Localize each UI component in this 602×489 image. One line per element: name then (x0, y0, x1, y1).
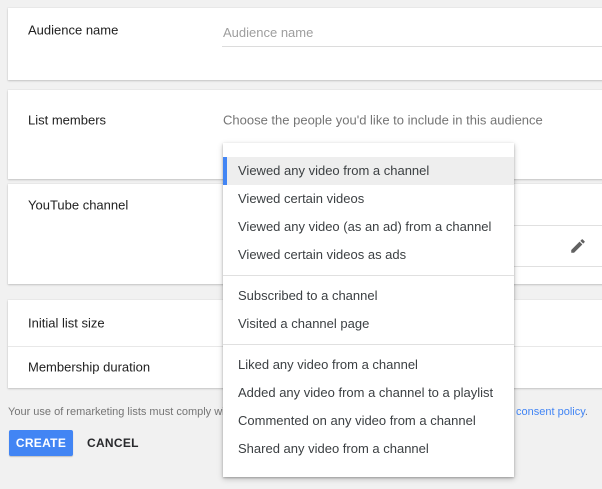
menu-item-liked-any-video[interactable]: Liked any video from a channel (223, 351, 514, 379)
create-button[interactable]: CREATE (9, 430, 73, 456)
menu-item-shared[interactable]: Shared any video from a channel (223, 435, 514, 463)
list-members-label: List members (28, 113, 106, 128)
menu-divider (223, 275, 514, 276)
list-members-dropdown-menu: Viewed any video from a channel Viewed c… (223, 143, 514, 477)
consent-policy-link[interactable]: consent policy (516, 406, 585, 418)
audience-name-label: Audience name (28, 23, 118, 38)
menu-item-viewed-any-video[interactable]: Viewed any video from a channel (223, 157, 514, 185)
cancel-button[interactable]: CANCEL (87, 430, 139, 456)
menu-item-subscribed[interactable]: Subscribed to a channel (223, 282, 514, 310)
audience-name-card: Audience name (8, 8, 602, 80)
menu-item-viewed-any-video-as-ad[interactable]: Viewed any video (as an ad) from a chann… (223, 213, 514, 241)
initial-list-size-label: Initial list size (28, 316, 105, 331)
pencil-edit-icon[interactable] (569, 237, 587, 255)
menu-item-viewed-certain-videos[interactable]: Viewed certain videos (223, 185, 514, 213)
consent-policy-wrap: consent policy. (516, 406, 588, 418)
menu-item-added-to-playlist[interactable]: Added any video from a channel to a play… (223, 379, 514, 407)
audience-name-input[interactable] (223, 20, 601, 44)
create-audience-form: Audience name List members Choose the pe… (0, 0, 602, 489)
membership-duration-label: Membership duration (28, 360, 150, 375)
audience-name-underline (222, 46, 602, 47)
menu-item-commented[interactable]: Commented on any video from a channel (223, 407, 514, 435)
list-members-hint[interactable]: Choose the people you'd like to include … (223, 113, 543, 128)
menu-item-visited-channel-page[interactable]: Visited a channel page (223, 310, 514, 338)
menu-divider (223, 344, 514, 345)
menu-item-viewed-certain-videos-as-ads[interactable]: Viewed certain videos as ads (223, 241, 514, 269)
remarketing-disclaimer-text: Your use of remarketing lists must compl… (8, 406, 225, 418)
youtube-channel-label: YouTube channel (28, 198, 128, 213)
consent-policy-period: . (585, 406, 588, 418)
